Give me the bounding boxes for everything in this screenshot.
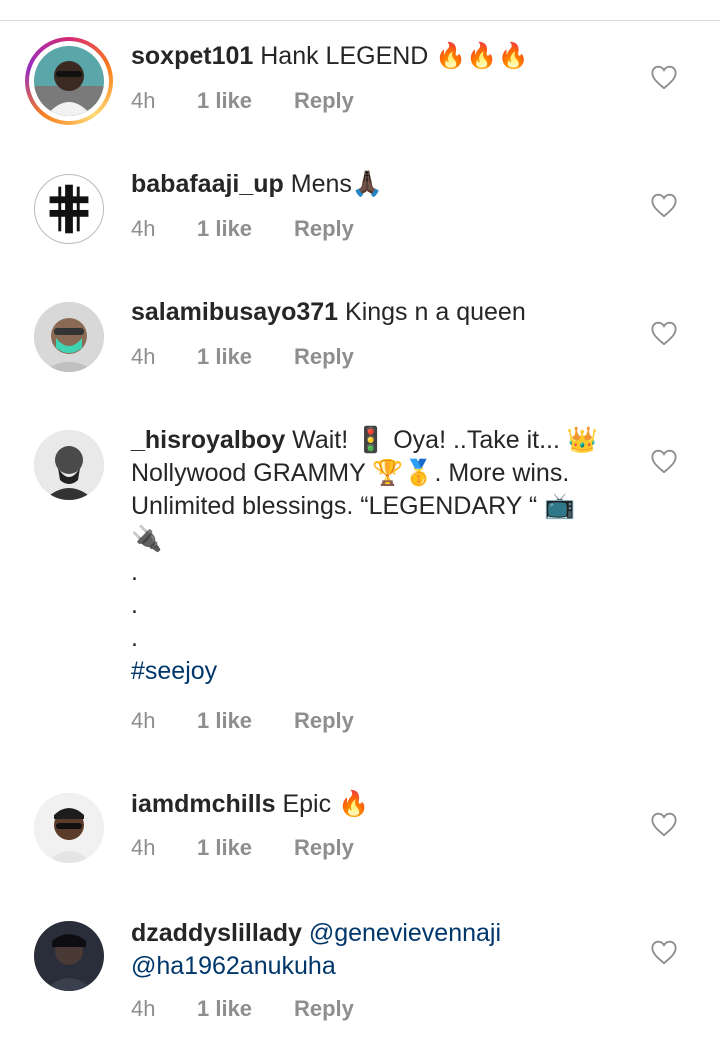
comment-username[interactable]: salamibusayo371 xyxy=(131,298,338,326)
comment-likes[interactable]: 1 like xyxy=(197,342,252,372)
comment-body: Kings n a queen xyxy=(338,298,526,326)
hashtag-link[interactable]: #seejoy xyxy=(131,657,217,685)
comment-text: iamdmchills Epic 🔥 xyxy=(131,788,621,821)
comment-body: Wait! 🚦 Oya! ..Take it... 👑 Nollywood GR… xyxy=(131,426,599,652)
comment-likes[interactable]: 1 like xyxy=(197,706,252,736)
comment-body: Hank LEGEND 🔥🔥🔥 xyxy=(253,42,529,70)
mention-link[interactable]: @ha1962anukuha xyxy=(131,952,336,980)
reply-button[interactable]: Reply xyxy=(294,86,354,116)
avatar[interactable] xyxy=(34,174,104,244)
comment-likes[interactable]: 1 like xyxy=(197,994,252,1024)
comment-time: 4h xyxy=(131,88,156,113)
comment-username[interactable]: _hisroyalboy xyxy=(131,426,285,454)
heart-outline-icon[interactable] xyxy=(650,192,678,218)
comment-text: salamibusayo371 Kings n a queen xyxy=(131,296,621,329)
comment-time: 4h xyxy=(131,344,156,369)
comment-likes[interactable]: 1 like xyxy=(197,86,252,116)
comment-time: 4h xyxy=(131,216,156,241)
comment-text: soxpet101 Hank LEGEND 🔥🔥🔥 xyxy=(131,40,621,73)
comment-likes[interactable]: 1 like xyxy=(197,214,252,244)
mention-link[interactable]: @genevievennaji xyxy=(309,919,501,947)
heart-outline-icon[interactable] xyxy=(650,64,678,90)
avatar[interactable] xyxy=(34,793,104,863)
heart-outline-icon[interactable] xyxy=(650,939,678,965)
avatar[interactable] xyxy=(25,37,113,125)
heart-outline-icon[interactable] xyxy=(650,448,678,474)
comment-username[interactable]: iamdmchills xyxy=(131,790,276,818)
reply-button[interactable]: Reply xyxy=(294,833,354,863)
comment-text: dzaddyslillady @genevievennaji @ha1962anu… xyxy=(131,917,621,983)
heart-outline-icon[interactable] xyxy=(650,811,678,837)
comment-time: 4h xyxy=(131,996,156,1021)
reply-button[interactable]: Reply xyxy=(294,214,354,244)
comment-body: Epic 🔥 xyxy=(275,790,370,818)
comment-username[interactable]: dzaddyslillady xyxy=(131,919,302,947)
avatar[interactable] xyxy=(34,921,104,991)
avatar[interactable] xyxy=(34,430,104,500)
comment-likes[interactable]: 1 like xyxy=(197,833,252,863)
top-divider xyxy=(0,20,720,21)
comment-text: _hisroyalboy Wait! 🚦 Oya! ..Take it... 👑… xyxy=(131,424,621,688)
comment-body: Mens🙏🏿 xyxy=(283,170,384,198)
reply-button[interactable]: Reply xyxy=(294,994,354,1024)
heart-outline-icon[interactable] xyxy=(650,320,678,346)
comment-body xyxy=(302,919,309,947)
reply-button[interactable]: Reply xyxy=(294,342,354,372)
comment-time: 4h xyxy=(131,835,156,860)
avatar[interactable] xyxy=(34,302,104,372)
comment-username[interactable]: babafaaji_up xyxy=(131,170,284,198)
reply-button[interactable]: Reply xyxy=(294,706,354,736)
comment-username[interactable]: soxpet101 xyxy=(131,42,253,70)
comment-text: babafaaji_up Mens🙏🏿 xyxy=(131,168,621,201)
comment-time: 4h xyxy=(131,708,156,733)
